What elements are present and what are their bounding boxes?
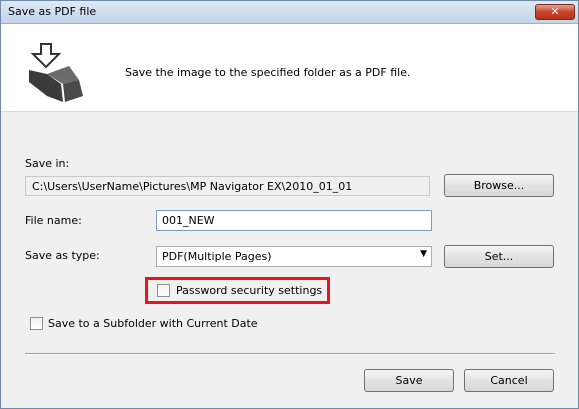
save-in-path-field: C:\Users\UserName\Pictures\MP Navigator … <box>25 176 430 196</box>
dialog-title: Save as PDF file <box>8 5 97 18</box>
browse-button-label: Browse... <box>473 179 525 192</box>
save-as-type-label: Save as type: <box>25 249 100 262</box>
set-button-label: Set... <box>484 250 514 263</box>
cancel-button[interactable]: Cancel <box>464 369 554 392</box>
save-button[interactable]: Save <box>364 369 454 392</box>
banner: Save the image to the specified folder a… <box>1 24 578 112</box>
save-in-label: Save in: <box>25 157 70 170</box>
close-button[interactable]: ✕ <box>535 4 575 20</box>
banner-description: Save the image to the specified folder a… <box>125 66 411 79</box>
save-as-pdf-dialog: Save as PDF file ✕ Save the image to the… <box>0 0 579 409</box>
subfolder-date-checkbox[interactable] <box>30 317 43 330</box>
save-folder-icon <box>29 43 83 102</box>
chevron-down-icon: ▼ <box>420 249 427 259</box>
cancel-button-label: Cancel <box>490 374 528 387</box>
subfolder-date-label[interactable]: Save to a Subfolder with Current Date <box>48 317 258 330</box>
save-as-type-value: PDF(Multiple Pages) <box>162 250 272 263</box>
save-as-type-select[interactable]: PDF(Multiple Pages) ▼ <box>156 246 432 267</box>
save-button-label: Save <box>395 374 423 387</box>
close-icon: ✕ <box>550 5 560 18</box>
file-name-label: File name: <box>25 214 82 227</box>
file-name-input[interactable]: 001_NEW <box>156 210 432 231</box>
divider <box>25 353 555 355</box>
password-security-checkbox[interactable] <box>157 284 170 297</box>
title-bar[interactable]: Save as PDF file ✕ <box>1 1 578 24</box>
password-security-label[interactable]: Password security settings <box>176 284 322 297</box>
set-button[interactable]: Set... <box>444 245 554 268</box>
browse-button[interactable]: Browse... <box>444 174 554 197</box>
